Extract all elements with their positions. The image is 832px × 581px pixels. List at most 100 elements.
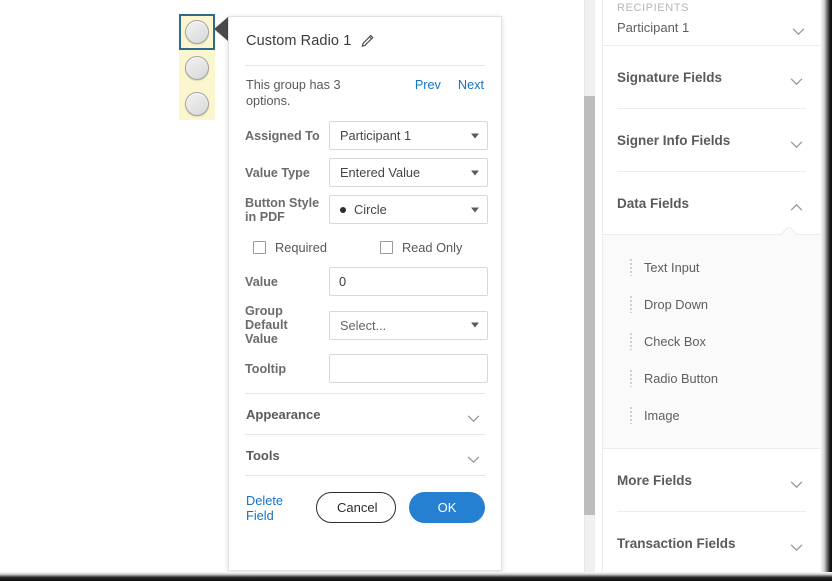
value-row: Value	[245, 267, 485, 296]
chevron-down-icon	[471, 207, 479, 212]
drag-handle-icon[interactable]	[630, 370, 632, 387]
group-default-value-value: Select...	[340, 318, 386, 333]
assigned-to-select[interactable]: Participant 1	[329, 121, 488, 150]
field-item-image[interactable]: Image	[603, 397, 820, 434]
value-type-row: Value Type Entered Value	[245, 158, 485, 187]
group-default-value-control: Select...	[329, 311, 488, 340]
value-type-value: Entered Value	[340, 165, 420, 180]
fields-sidebar: RECIPIENTS Participant 1 Signature Field…	[602, 0, 820, 573]
tooltip-input[interactable]	[329, 354, 488, 383]
checkbox-box-icon	[380, 241, 393, 254]
button-style-value: Circle	[354, 202, 387, 217]
field-item-drop-down[interactable]: Drop Down	[603, 286, 820, 323]
checkbox-row: Required Read Only	[245, 232, 485, 267]
sidebar-section-data-fields[interactable]: Data Fields	[603, 172, 820, 234]
field-properties-dialog: Custom Radio 1 This group has 3 options.…	[228, 16, 502, 571]
sidebar-section-signer-info-fields[interactable]: Signer Info Fields	[603, 109, 820, 171]
chevron-down-icon	[791, 23, 806, 32]
assigned-to-control: Participant 1	[329, 121, 488, 150]
pencil-icon[interactable]	[360, 34, 375, 49]
accordion-tools[interactable]: Tools	[245, 435, 485, 475]
value-label: Value	[245, 275, 329, 289]
delete-field-link[interactable]: Delete Field	[246, 493, 303, 523]
button-style-label: Button Style in PDF	[245, 196, 329, 224]
tooltip-row: Tooltip	[245, 354, 485, 383]
assigned-to-row: Assigned To Participant 1	[245, 121, 485, 150]
tooltip-label: Tooltip	[245, 362, 329, 376]
window-edge-shadow-right	[820, 0, 832, 581]
drag-handle-icon[interactable]	[630, 259, 632, 276]
next-link[interactable]: Next	[458, 78, 484, 92]
panel-notch-icon	[781, 227, 796, 235]
value-type-select[interactable]: Entered Value	[329, 158, 488, 187]
chevron-down-icon	[471, 170, 479, 175]
group-default-value-label: Group Default Value	[245, 304, 329, 346]
field-item-label: Image	[644, 408, 680, 423]
field-item-check-box[interactable]: Check Box	[603, 323, 820, 360]
field-item-radio-button[interactable]: Radio Button	[603, 360, 820, 397]
sidebar-section-transaction-fields[interactable]: Transaction Fields	[603, 512, 820, 573]
read-only-checkbox[interactable]: Read Only	[380, 240, 462, 255]
sidebar-section-label: Signature Fields	[617, 70, 722, 85]
window-edge-shadow-bottom	[0, 572, 832, 581]
field-item-label: Radio Button	[644, 371, 718, 386]
group-default-value-select[interactable]: Select...	[329, 311, 488, 340]
chevron-down-icon	[789, 476, 804, 485]
chevron-down-icon	[466, 451, 481, 460]
field-item-label: Drop Down	[644, 297, 708, 312]
accordion-tools-label: Tools	[246, 448, 280, 463]
group-info-row: This group has 3 options. Prev Next	[245, 66, 485, 121]
radio-option-3[interactable]	[185, 92, 209, 116]
button-style-row: Button Style in PDF Circle	[245, 195, 485, 224]
chevron-down-icon	[471, 323, 479, 328]
field-item-label: Check Box	[644, 334, 706, 349]
dialog-pointer-caret-icon	[214, 17, 228, 41]
required-label: Required	[275, 240, 327, 255]
accordion-appearance[interactable]: Appearance	[245, 394, 485, 434]
recipient-name: Participant 1	[617, 20, 689, 35]
chevron-up-icon	[789, 199, 804, 208]
field-item-text-input[interactable]: Text Input	[603, 249, 820, 286]
recipient-selector[interactable]: Participant 1	[617, 14, 806, 45]
circle-style-icon	[340, 207, 346, 213]
checkbox-box-icon	[253, 241, 266, 254]
group-options-note: This group has 3 options.	[246, 77, 364, 109]
page-scrollbar-thumb[interactable]	[584, 96, 595, 515]
group-nav-links: Prev Next	[415, 77, 484, 92]
dialog-footer: Delete Field Cancel OK	[245, 476, 485, 523]
field-item-label: Text Input	[644, 260, 700, 275]
chevron-down-icon	[789, 73, 804, 82]
group-default-value-row: Group Default Value Select...	[245, 304, 485, 346]
sidebar-section-label: Signer Info Fields	[617, 133, 730, 148]
data-fields-list: Text Input Drop Down Check Box Radio But…	[603, 234, 820, 449]
recipients-caption: RECIPIENTS	[617, 0, 806, 14]
ok-button[interactable]: OK	[409, 492, 485, 523]
prev-link[interactable]: Prev	[415, 78, 441, 92]
chevron-down-icon	[466, 410, 481, 419]
page-title: Custom Radio 1	[246, 33, 351, 49]
button-style-select[interactable]: Circle	[329, 195, 488, 224]
radio-option-2[interactable]	[185, 56, 209, 80]
value-type-control: Entered Value	[329, 158, 488, 187]
chevron-down-icon	[789, 539, 804, 548]
accordion-appearance-label: Appearance	[246, 407, 320, 422]
sidebar-section-label: Data Fields	[617, 196, 689, 211]
value-input[interactable]	[329, 267, 488, 296]
sidebar-section-signature-fields[interactable]: Signature Fields	[603, 46, 820, 108]
required-checkbox[interactable]: Required	[253, 240, 327, 255]
sidebar-section-label: Transaction Fields	[617, 536, 736, 551]
dialog-title-row: Custom Radio 1	[245, 17, 485, 65]
drag-handle-icon[interactable]	[630, 296, 632, 313]
sidebar-section-more-fields[interactable]: More Fields	[603, 449, 820, 511]
tooltip-control	[329, 354, 488, 383]
drag-handle-icon[interactable]	[630, 333, 632, 350]
assigned-to-value: Participant 1	[340, 128, 411, 143]
drag-handle-icon[interactable]	[630, 407, 632, 424]
assigned-to-label: Assigned To	[245, 129, 329, 143]
chevron-down-icon	[789, 136, 804, 145]
radio-selection-outline[interactable]	[179, 14, 215, 50]
cancel-button[interactable]: Cancel	[316, 492, 396, 523]
recipients-block: RECIPIENTS Participant 1	[603, 0, 820, 45]
read-only-label: Read Only	[402, 240, 462, 255]
value-control	[329, 267, 488, 296]
